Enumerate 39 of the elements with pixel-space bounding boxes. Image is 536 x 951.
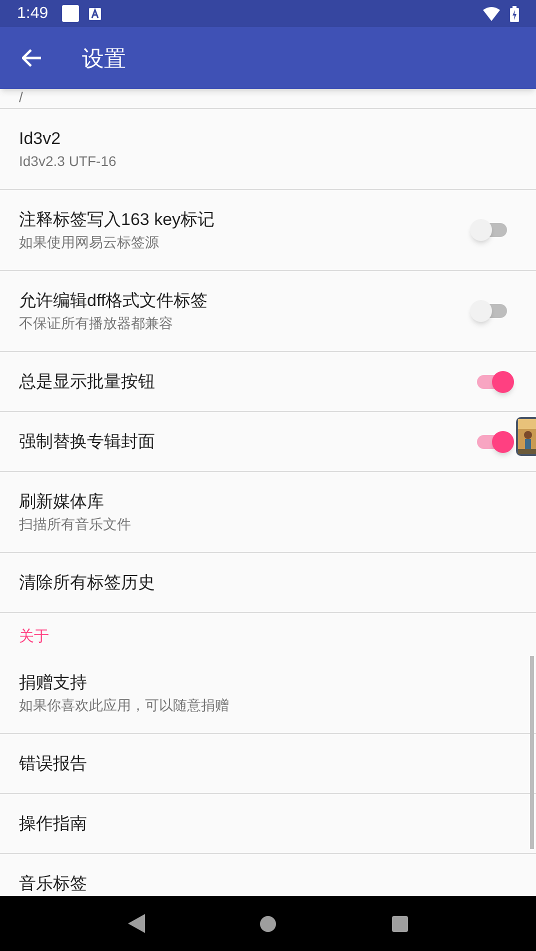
settings-item[interactable]: 操作指南 bbox=[0, 794, 514, 853]
wifi-icon bbox=[483, 6, 500, 20]
settings-item[interactable]: Id3v2 Id3v2.3 UTF-16 bbox=[0, 109, 514, 189]
settings-item[interactable]: 强制替换专辑封面 bbox=[0, 412, 514, 471]
item-title: 音乐标签 bbox=[19, 872, 88, 894]
recents-nav-icon[interactable] bbox=[392, 916, 408, 932]
item-title: 允许编辑dff格式文件标签 bbox=[19, 290, 209, 312]
settings-item[interactable]: 清除所有标签历史 bbox=[0, 553, 514, 612]
back-arrow-icon bbox=[22, 49, 42, 67]
battery-icon bbox=[510, 6, 519, 22]
item-title: 注释标签写入163 key标记 bbox=[19, 209, 216, 231]
settings-item[interactable]: 总是显示批量按钮 bbox=[0, 352, 514, 411]
notification-icon bbox=[89, 8, 102, 20]
status-time: 1:49 bbox=[17, 4, 48, 24]
settings-item[interactable]: 允许编辑dff格式文件标签 不保证所有播放器都兼容 bbox=[0, 271, 514, 351]
app-bar-title: 设置 bbox=[82, 44, 126, 72]
item-title: 错误报告 bbox=[19, 752, 88, 774]
item-subtitle: 不保证所有播放器都兼容 bbox=[19, 314, 174, 333]
settings-item[interactable]: 刷新媒体库 扫描所有音乐文件 bbox=[0, 472, 514, 552]
item-title: 强制替换专辑封面 bbox=[19, 430, 156, 452]
item-title: 刷新媒体库 bbox=[19, 491, 105, 513]
item-title: 操作指南 bbox=[19, 812, 88, 834]
settings-item[interactable]: 注释标签写入163 key标记 如果使用网易云标签源 bbox=[0, 190, 514, 270]
item-subtitle: Id3v2.3 UTF-16 bbox=[19, 152, 118, 171]
back-nav-icon[interactable] bbox=[128, 914, 145, 933]
notification-icon bbox=[62, 5, 80, 22]
settings-item[interactable]: 错误报告 bbox=[0, 734, 514, 793]
item-subtitle: 如果你喜欢此应用，可以随意捐赠 bbox=[19, 696, 230, 715]
item-title: 总是显示批量按钮 bbox=[19, 370, 156, 392]
item-title: 清除所有标签历史 bbox=[19, 572, 156, 594]
settings-item[interactable]: 音乐标签 bbox=[0, 854, 514, 896]
item-subtitle: / bbox=[19, 89, 24, 105]
home-nav-icon[interactable] bbox=[260, 916, 276, 932]
item-subtitle: 扫描所有音乐文件 bbox=[19, 515, 132, 534]
settings-item[interactable]: 捐赠支持 如果你喜欢此应用，可以随意捐赠 bbox=[0, 653, 514, 733]
category-header: 关于 bbox=[19, 627, 50, 647]
item-title: 捐赠支持 bbox=[19, 672, 88, 694]
item-title: Id3v2 bbox=[19, 128, 62, 150]
item-subtitle: 如果使用网易云标签源 bbox=[19, 233, 160, 252]
